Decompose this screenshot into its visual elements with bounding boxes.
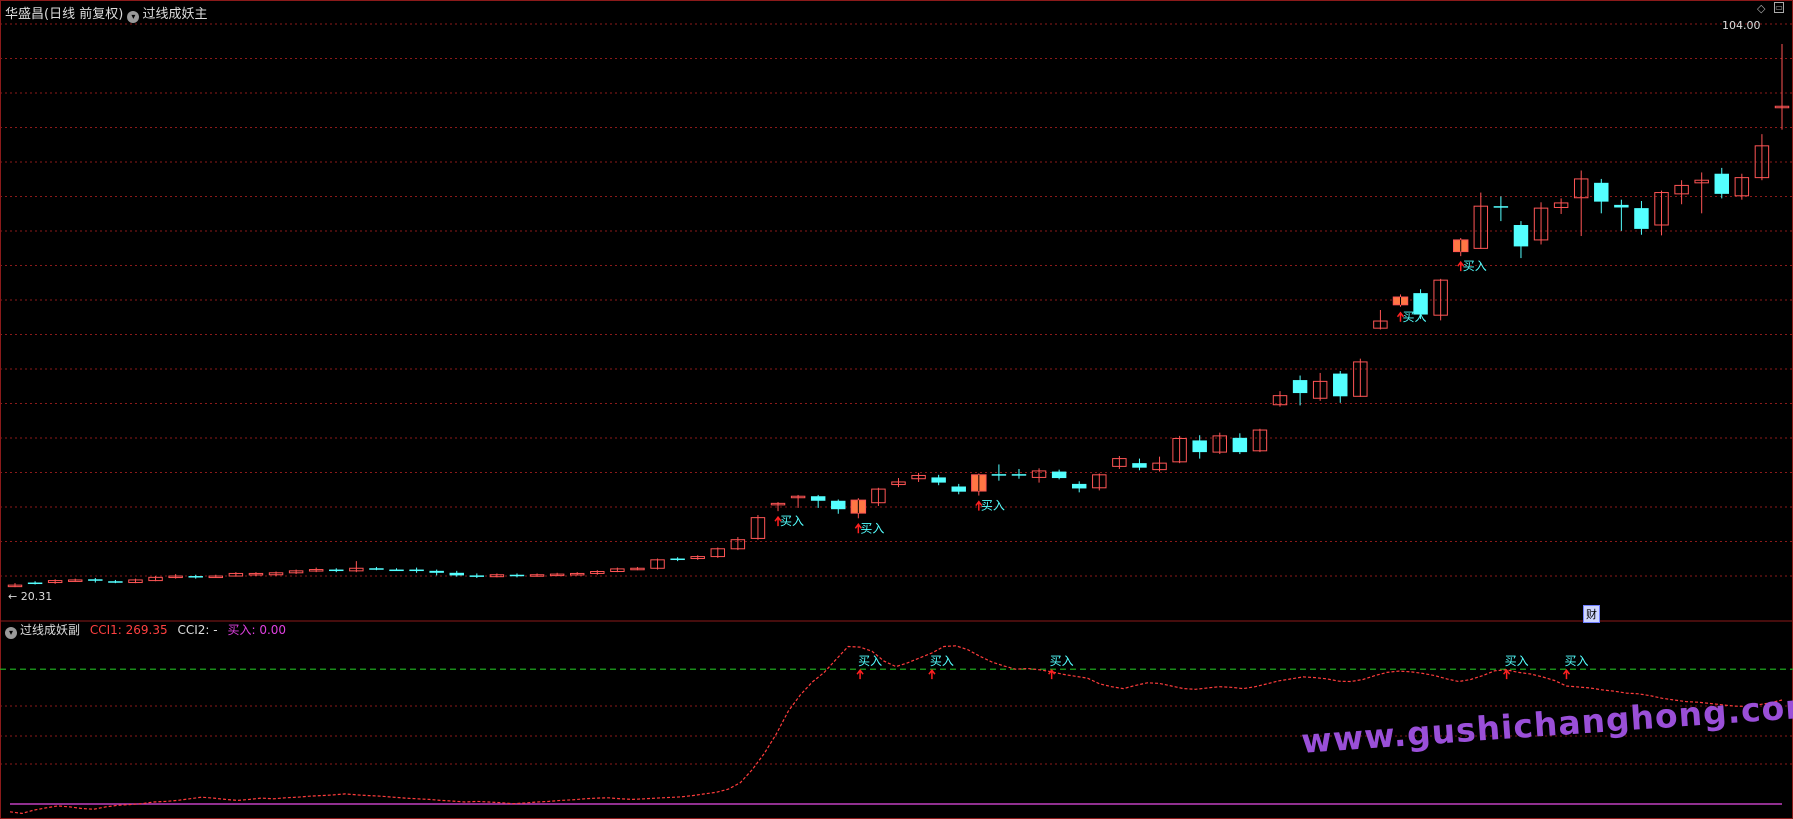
candle-body [1292, 380, 1308, 394]
indicator-sub-name[interactable]: 过线成妖副 [20, 623, 80, 637]
cci1-value: 269.35 [125, 623, 168, 637]
sub-panel-title: ▾ 过线成妖副 CCI1: 269.35 CCI2: - 买入: 0.00 [5, 621, 286, 639]
chart-canvas[interactable]: 买入买入买入买入买入 买入 买入 买入 买入 买入 [0, 0, 1793, 819]
candle-body [1333, 373, 1348, 397]
candle-body [1132, 463, 1147, 468]
buy-signal-label: 买入 [780, 514, 804, 528]
buy-arrow-icon [928, 668, 936, 680]
buy-arrow-icon [1562, 668, 1571, 680]
candle-body [369, 568, 384, 570]
buy-signal-label: 买入 [1463, 259, 1487, 273]
finance-badge[interactable]: 财 [1583, 605, 1600, 623]
candlestick-series[interactable] [7, 43, 1790, 588]
candle-body [831, 500, 846, 510]
chevron-down-icon[interactable]: ▾ [127, 11, 140, 23]
candle-body [1614, 204, 1629, 208]
stock-name: 华盛昌 [5, 7, 45, 22]
candle-body [1192, 440, 1207, 453]
cci2-label: CCI2: - [177, 623, 218, 637]
buy-arrow-icon [856, 668, 864, 680]
window-icon[interactable]: ▭ [1774, 2, 1784, 13]
sub-buy-label: 买入 [1505, 654, 1529, 668]
candle-body [449, 572, 464, 576]
candle-body [810, 496, 826, 501]
buy-value: 0.00 [259, 623, 287, 637]
candle-body [670, 558, 685, 561]
candle-body [469, 575, 485, 577]
buy-signal-label: 买入 [981, 499, 1005, 513]
candle-body [509, 574, 525, 577]
sub-buy-label: 买入 [1050, 654, 1074, 668]
candle-body [389, 569, 404, 572]
diamond-icon[interactable]: ◇ [1757, 2, 1765, 15]
period-label: (日线 前复权) [44, 7, 124, 22]
main-panel-grid [0, 23, 1793, 622]
candle-body [1513, 224, 1529, 247]
cci1-label: CCI1: [89, 623, 122, 637]
candle-body [931, 477, 946, 483]
sub-buy-label: 买入 [1564, 654, 1588, 668]
candle-body [1493, 206, 1509, 208]
buy-signal-label: 买入 [860, 521, 884, 535]
candle-body [1011, 474, 1027, 476]
candle-body [329, 569, 344, 572]
candle-body [991, 474, 1007, 476]
candle-body [88, 579, 103, 581]
sub-buy-label: 买入 [858, 654, 882, 668]
chevron-down-icon[interactable]: ▾ [5, 627, 17, 639]
main-buy-signals: 买入买入买入买入买入 [774, 259, 1487, 535]
candle-body [188, 576, 203, 578]
indicator-main-name[interactable]: 过线成妖主 [142, 7, 207, 22]
candle-body [409, 569, 424, 572]
candle-body [429, 570, 444, 573]
sub-buy-label: 买入 [930, 654, 954, 668]
min-price-label: ← 20.31 [8, 590, 53, 603]
max-price-label: 104.00 [1722, 19, 1761, 32]
candle-body [1232, 437, 1248, 453]
candle-body [1071, 483, 1087, 489]
candle-body [1714, 173, 1729, 194]
candle-body [1594, 182, 1609, 202]
buy-arrow-icon [1503, 668, 1511, 680]
main-panel-title: 华盛昌(日线 前复权) ▾ 过线成妖主 [5, 3, 207, 23]
candle-body [1634, 208, 1649, 229]
candle-body [1051, 471, 1067, 479]
buy-signal-label: 买入 [1402, 310, 1426, 324]
candle-body [108, 581, 123, 583]
candle-body [27, 582, 43, 585]
buy-label: 买入: [227, 623, 256, 637]
candle-body [951, 486, 966, 492]
